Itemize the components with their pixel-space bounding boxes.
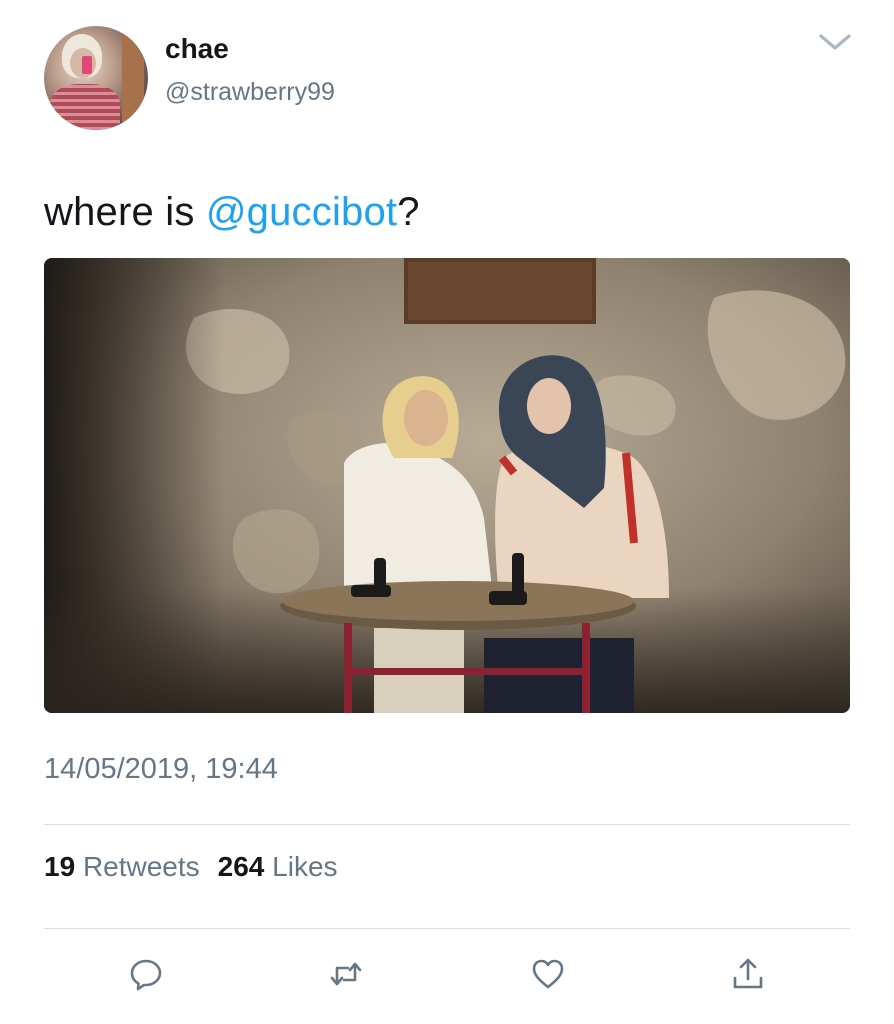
retweets-count: 19 xyxy=(44,851,76,882)
avatar-shirt xyxy=(50,84,120,130)
display-name[interactable]: chae xyxy=(165,33,229,65)
divider-bottom xyxy=(44,928,850,929)
likes-label: Likes xyxy=(272,851,338,882)
tweet-stats: 19 Retweets 264 Likes xyxy=(44,851,338,883)
tweet-text-after: ? xyxy=(397,190,420,234)
share-button[interactable] xyxy=(726,952,770,996)
retweets-label: Retweets xyxy=(82,851,200,882)
reply-button[interactable] xyxy=(124,952,168,996)
avatar[interactable] xyxy=(44,26,148,130)
heart-icon xyxy=(532,959,564,989)
tweet-photo[interactable] xyxy=(44,258,850,713)
likes-stat[interactable]: 264 Likes xyxy=(218,851,338,882)
like-button[interactable] xyxy=(526,952,570,996)
tweet-timestamp: 14/05/2019, 19:44 xyxy=(44,753,278,785)
tweet-text-before: where is xyxy=(44,190,206,234)
retweet-icon xyxy=(330,962,362,986)
photo-scene xyxy=(44,258,850,713)
mention-link[interactable]: @guccibot xyxy=(206,190,397,234)
user-handle[interactable]: @strawberry99 xyxy=(165,78,335,107)
avatar-door xyxy=(122,32,144,122)
reply-icon xyxy=(130,959,162,991)
retweets-stat[interactable]: 19 Retweets xyxy=(44,851,200,882)
avatar-phone xyxy=(82,56,92,74)
chevron-down-icon[interactable] xyxy=(818,30,852,54)
divider-top xyxy=(44,824,850,825)
tweet-text: where is @guccibot? xyxy=(44,190,420,235)
likes-count: 264 xyxy=(217,851,265,882)
share-icon xyxy=(733,958,763,989)
retweet-button[interactable] xyxy=(324,952,368,996)
